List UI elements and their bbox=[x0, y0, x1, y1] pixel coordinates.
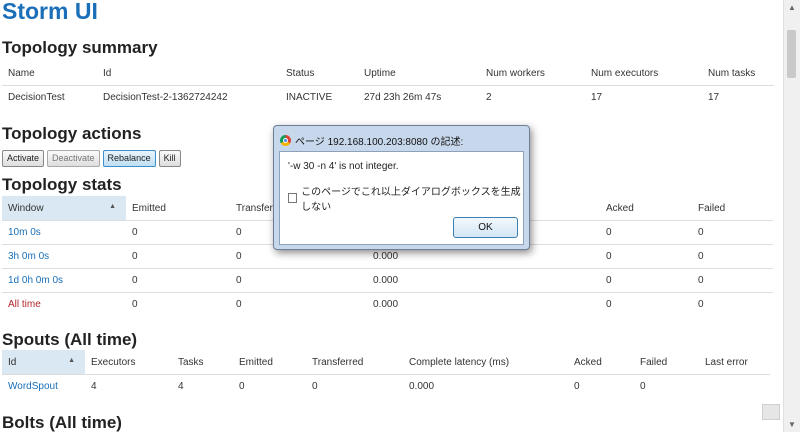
dialog-title: ページ 192.168.100.203:8080 の記述: bbox=[295, 137, 464, 148]
cell-name: DecisionTest bbox=[2, 85, 97, 110]
sort-asc-icon: ▲ bbox=[68, 356, 75, 364]
cell-acked: 0 bbox=[600, 268, 692, 293]
col-tasks[interactable]: Tasks bbox=[172, 350, 233, 375]
col-id-label: Id bbox=[8, 356, 17, 368]
cell-transferred: 0 bbox=[306, 374, 403, 398]
table-header-row: Id ▲ Executors Tasks Emitted Transferred … bbox=[2, 350, 770, 375]
checkbox-box[interactable] bbox=[288, 193, 298, 203]
col-num-executors[interactable]: Num executors bbox=[585, 61, 702, 86]
col-num-workers[interactable]: Num workers bbox=[480, 61, 585, 86]
rebalance-button[interactable]: Rebalance bbox=[102, 150, 156, 167]
topology-actions-bar: Activate Deactivate Rebalance Kill bbox=[2, 150, 181, 167]
checkbox-label: このページでこれ以上ダイアログボックスを生成しない bbox=[301, 187, 521, 213]
ok-button[interactable]: OK bbox=[453, 217, 518, 238]
table-row: 1d 0h 0m 0s 0 0 0.000 0 0 bbox=[2, 268, 773, 293]
cell-uptime: 27d 23h 26m 47s bbox=[358, 85, 480, 110]
col-uptime[interactable]: Uptime bbox=[358, 61, 480, 86]
dialog-message: '-w 30 -n 4' is not integer. bbox=[288, 161, 399, 172]
cell-last-error bbox=[699, 374, 770, 398]
cell-num-tasks: 17 bbox=[702, 85, 774, 110]
col-emitted[interactable]: Emitted bbox=[126, 196, 230, 221]
cell-emitted: 0 bbox=[126, 220, 230, 245]
topology-stats-heading: Topology stats bbox=[2, 175, 122, 194]
cell-failed: 0 bbox=[692, 292, 773, 316]
cell-failed: 0 bbox=[692, 244, 773, 269]
spouts-heading: Spouts (All time) bbox=[2, 330, 138, 349]
alert-dialog: ページ 192.168.100.203:8080 の記述: '-w 30 -n … bbox=[273, 125, 530, 250]
cell-num-workers: 2 bbox=[480, 85, 585, 110]
spouts-table: Id ▲ Executors Tasks Emitted Transferred … bbox=[2, 350, 770, 398]
col-window[interactable]: Window ▲ bbox=[2, 196, 126, 221]
suppress-dialogs-checkbox[interactable]: このページでこれ以上ダイアログボックスを生成しない bbox=[288, 183, 523, 213]
col-acked[interactable]: Acked bbox=[600, 196, 692, 221]
window-link[interactable]: 1d 0h 0m 0s bbox=[2, 268, 126, 293]
cell-acked: 0 bbox=[600, 220, 692, 245]
spout-id-link[interactable]: WordSpout bbox=[2, 374, 85, 398]
col-failed[interactable]: Failed bbox=[692, 196, 773, 221]
col-id[interactable]: Id ▲ bbox=[2, 350, 85, 375]
cell-failed: 0 bbox=[692, 220, 773, 245]
col-num-tasks[interactable]: Num tasks bbox=[702, 61, 774, 86]
table-header-row: Name Id Status Uptime Num workers Num ex… bbox=[2, 61, 774, 86]
cell-complete-latency: 0.000 bbox=[403, 374, 568, 398]
cell-complete-latency: 0.000 bbox=[367, 268, 600, 293]
cell-acked: 0 bbox=[568, 374, 634, 398]
window-link[interactable]: All time bbox=[2, 292, 126, 316]
col-last-error[interactable]: Last error bbox=[699, 350, 770, 375]
table-row: WordSpout 4 4 0 0 0.000 0 0 bbox=[2, 374, 770, 398]
kill-button[interactable]: Kill bbox=[158, 150, 181, 167]
cell-num-executors: 17 bbox=[585, 85, 702, 110]
app-title: Storm UI bbox=[2, 0, 98, 24]
window-link[interactable]: 3h 0m 0s bbox=[2, 244, 126, 269]
cell-tasks: 4 bbox=[172, 374, 233, 398]
table-row: All time 0 0 0.000 0 0 bbox=[2, 292, 773, 316]
vertical-scrollbar[interactable]: ▲ ▼ bbox=[783, 0, 800, 432]
cell-status: INACTIVE bbox=[280, 85, 358, 110]
cell-failed: 0 bbox=[634, 374, 699, 398]
sort-asc-icon: ▲ bbox=[109, 202, 116, 210]
cell-complete-latency: 0.000 bbox=[367, 292, 600, 316]
cell-transferred: 0 bbox=[230, 292, 367, 316]
dialog-title-bar: ページ 192.168.100.203:8080 の記述: bbox=[280, 133, 463, 148]
cell-acked: 0 bbox=[600, 292, 692, 316]
col-executors[interactable]: Executors bbox=[85, 350, 172, 375]
topology-summary-table: Name Id Status Uptime Num workers Num ex… bbox=[2, 61, 774, 110]
col-acked[interactable]: Acked bbox=[568, 350, 634, 375]
cell-transferred: 0 bbox=[230, 268, 367, 293]
col-id[interactable]: Id bbox=[97, 61, 280, 86]
col-window-label: Window bbox=[8, 202, 44, 214]
scroll-up-icon[interactable]: ▲ bbox=[788, 3, 796, 12]
col-status[interactable]: Status bbox=[280, 61, 358, 86]
window-link[interactable]: 10m 0s bbox=[2, 220, 126, 245]
scroll-down-icon[interactable]: ▼ bbox=[788, 420, 796, 429]
cell-acked: 0 bbox=[600, 244, 692, 269]
table-row: DecisionTest DecisionTest-2-1362724242 I… bbox=[2, 85, 774, 110]
cell-executors: 4 bbox=[85, 374, 172, 398]
cell-emitted: 0 bbox=[126, 268, 230, 293]
topology-actions-heading: Topology actions bbox=[2, 124, 142, 143]
topology-summary-heading: Topology summary bbox=[2, 38, 158, 57]
scrollbar-thumb[interactable] bbox=[787, 30, 796, 78]
col-transferred[interactable]: Transferred bbox=[306, 350, 403, 375]
cell-failed: 0 bbox=[692, 268, 773, 293]
dialog-body: '-w 30 -n 4' is not integer. このページでこれ以上ダ… bbox=[279, 151, 524, 245]
cell-emitted: 0 bbox=[233, 374, 306, 398]
external-link-icon[interactable] bbox=[762, 404, 780, 420]
cell-emitted: 0 bbox=[126, 244, 230, 269]
col-name[interactable]: Name bbox=[2, 61, 97, 86]
cell-id: DecisionTest-2-1362724242 bbox=[97, 85, 280, 110]
chrome-icon bbox=[280, 135, 291, 146]
cell-emitted: 0 bbox=[126, 292, 230, 316]
col-emitted[interactable]: Emitted bbox=[233, 350, 306, 375]
col-complete-latency[interactable]: Complete latency (ms) bbox=[403, 350, 568, 375]
activate-button[interactable]: Activate bbox=[2, 150, 45, 167]
deactivate-button[interactable]: Deactivate bbox=[47, 150, 100, 167]
bolts-heading: Bolts (All time) bbox=[2, 413, 122, 432]
col-failed[interactable]: Failed bbox=[634, 350, 699, 375]
